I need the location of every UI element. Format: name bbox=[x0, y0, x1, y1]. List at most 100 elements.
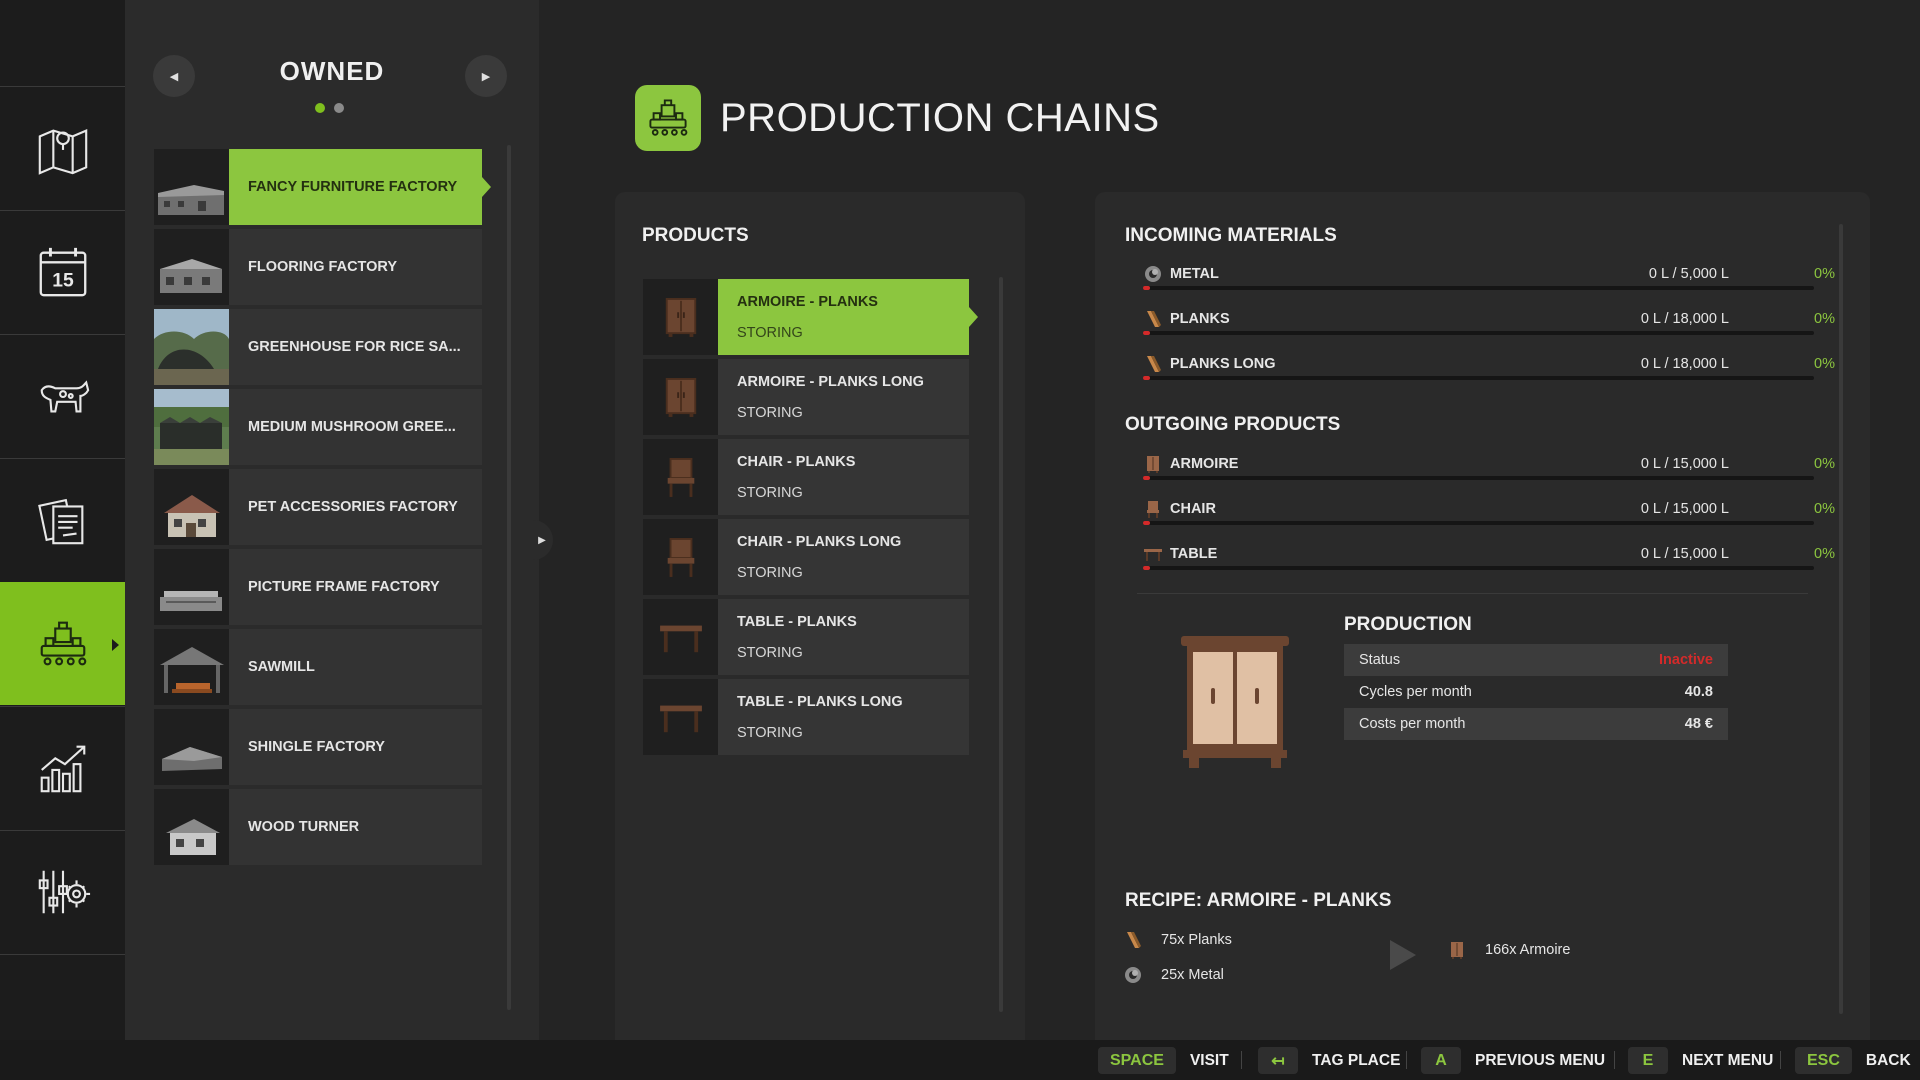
hint-back[interactable]: ESC BACK bbox=[1795, 1047, 1911, 1074]
recipe-input-text: 75x Planks bbox=[1161, 932, 1232, 948]
mushroom-thumbnail bbox=[154, 389, 229, 465]
expand-arrow-icon: ▶ bbox=[538, 534, 546, 546]
owned-item-pet-accessories[interactable]: PET ACCESSORIES FACTORY bbox=[154, 469, 482, 545]
owned-item-label: FLOORING FACTORY bbox=[248, 259, 398, 275]
outgoing-row-armoire: ARMOIRE 0 L / 15,000 L 0% bbox=[1143, 454, 1905, 494]
owned-item-fancy-furniture-factory[interactable]: FANCY FURNITURE FACTORY bbox=[154, 149, 491, 225]
product-item-table-planks[interactable]: TABLE - PLANKS STORING bbox=[643, 599, 969, 675]
product-out-fill-bar bbox=[1143, 566, 1814, 570]
product-status: STORING bbox=[737, 485, 803, 501]
key-space: SPACE bbox=[1098, 1047, 1176, 1074]
production-icon bbox=[40, 621, 86, 666]
product-out-amount: 0 L / 15,000 L bbox=[1640, 546, 1729, 562]
page-dot-1[interactable] bbox=[315, 103, 325, 113]
page-dot-2[interactable] bbox=[334, 103, 344, 113]
hint-separator bbox=[1780, 1051, 1781, 1069]
planks-icon bbox=[1127, 932, 1141, 948]
owned-item-sawmill[interactable]: SAWMILL bbox=[154, 629, 482, 705]
armoire-icon bbox=[1147, 456, 1159, 473]
hint-separator bbox=[1241, 1051, 1242, 1069]
product-name: TABLE - PLANKS bbox=[737, 614, 857, 630]
factory-thumbnail bbox=[154, 469, 229, 545]
details-scrollbar[interactable] bbox=[1839, 224, 1843, 1014]
product-item-armoire-planks-long[interactable]: ARMOIRE - PLANKS LONG STORING bbox=[643, 359, 969, 435]
chair-icon bbox=[643, 519, 718, 595]
key-a: A bbox=[1421, 1047, 1461, 1074]
rail-item-contracts[interactable] bbox=[0, 458, 125, 581]
owned-item-picture-frame[interactable]: PICTURE FRAME FACTORY bbox=[154, 549, 482, 625]
product-status: STORING bbox=[737, 565, 803, 581]
page-title: PRODUCTION CHAINS bbox=[720, 96, 1160, 140]
owned-item-wood-turner[interactable]: WOOD TURNER bbox=[154, 789, 482, 865]
rail-item-map[interactable] bbox=[0, 86, 125, 209]
material-percent: 0% bbox=[1814, 356, 1835, 372]
owned-list: FANCY FURNITURE FACTORY FLOORING FACTORY… bbox=[154, 149, 491, 869]
product-out-name: CHAIR bbox=[1170, 501, 1216, 517]
collapse-panel-button[interactable]: ▶ bbox=[531, 520, 553, 560]
material-amount: 0 L / 18,000 L bbox=[1640, 311, 1729, 327]
product-out-fill-bar bbox=[1143, 476, 1814, 480]
contracts-icon bbox=[37, 498, 83, 545]
incoming-row-metal: METAL 0 L / 5,000 L 0% bbox=[1143, 264, 1905, 304]
hint-next-menu[interactable]: E NEXT MENU bbox=[1628, 1047, 1773, 1074]
hint-label: TAG PLACE bbox=[1312, 1051, 1401, 1069]
owned-item-label: FANCY FURNITURE FACTORY bbox=[229, 149, 482, 225]
planks-icon bbox=[1147, 356, 1161, 372]
product-name: TABLE - PLANKS LONG bbox=[737, 694, 903, 710]
products-scrollbar[interactable] bbox=[999, 277, 1003, 1012]
chair-icon bbox=[643, 439, 718, 515]
incoming-row-planks-long: PLANKS LONG 0 L / 18,000 L 0% bbox=[1143, 354, 1905, 394]
material-amount: 0 L / 5,000 L bbox=[1648, 266, 1729, 282]
rail-item-animals[interactable] bbox=[0, 334, 125, 457]
rail-item-settings[interactable] bbox=[0, 830, 125, 953]
product-item-chair-planks-long[interactable]: CHAIR - PLANKS LONG STORING bbox=[643, 519, 969, 595]
material-amount: 0 L / 18,000 L bbox=[1640, 356, 1729, 372]
section-divider bbox=[1137, 593, 1808, 594]
material-percent: 0% bbox=[1814, 266, 1835, 282]
details-panel: INCOMING MATERIALS METAL 0 L / 5,000 L 0… bbox=[1095, 192, 1870, 1040]
map-icon bbox=[38, 128, 87, 175]
product-out-fill-bar bbox=[1143, 521, 1814, 525]
owned-item-flooring-factory[interactable]: FLOORING FACTORY bbox=[154, 229, 482, 305]
owned-item-greenhouse[interactable]: GREENHOUSE FOR RICE SA... bbox=[154, 309, 482, 385]
products-panel: PRODUCTS ARMOIRE - PLANKS STORING ARMOIR… bbox=[615, 192, 1025, 1040]
rail-item-statistics[interactable] bbox=[0, 706, 125, 829]
next-page-button[interactable]: ▶ bbox=[465, 55, 507, 97]
hint-visit[interactable]: SPACE VISIT bbox=[1098, 1047, 1229, 1074]
key-backspace: ↤ bbox=[1258, 1047, 1298, 1074]
rail-item-production[interactable] bbox=[0, 582, 125, 705]
material-name: PLANKS LONG bbox=[1170, 356, 1276, 372]
right-arrow-icon: ▶ bbox=[481, 70, 491, 83]
input-hints-bar: SPACE VISIT ↤ TAG PLACE A PREVIOUS MENU … bbox=[0, 1040, 1920, 1080]
product-item-armoire-planks[interactable]: ARMOIRE - PLANKS STORING bbox=[643, 279, 978, 355]
products-title: PRODUCTS bbox=[642, 225, 749, 246]
production-title: PRODUCTION bbox=[1344, 614, 1472, 635]
rail-item-calendar[interactable]: 15 bbox=[0, 210, 125, 333]
owned-item-label: PET ACCESSORIES FACTORY bbox=[248, 499, 458, 515]
owned-item-mushroom-greenhouse[interactable]: MEDIUM MUSHROOM GREE... bbox=[154, 389, 482, 465]
owned-item-label: PICTURE FRAME FACTORY bbox=[248, 579, 440, 595]
owned-list-scrollbar[interactable] bbox=[507, 145, 511, 1010]
material-fill-bar bbox=[1143, 286, 1814, 290]
hint-label: BACK bbox=[1865, 1051, 1911, 1069]
outgoing-products-title: OUTGOING PRODUCTS bbox=[1125, 414, 1341, 435]
owned-item-label: MEDIUM MUSHROOM GREE... bbox=[248, 419, 456, 435]
product-item-chair-planks[interactable]: CHAIR - PLANKS STORING bbox=[643, 439, 969, 515]
product-item-table-planks-long[interactable]: TABLE - PLANKS LONG STORING bbox=[643, 679, 969, 755]
recipe-title: RECIPE: ARMOIRE - PLANKS bbox=[1125, 890, 1392, 911]
main-menu-rail: 15 bbox=[0, 0, 125, 1040]
outgoing-row-table: TABLE 0 L / 15,000 L 0% bbox=[1143, 544, 1905, 584]
product-status: STORING bbox=[737, 645, 803, 661]
owned-item-label: SAWMILL bbox=[248, 659, 315, 675]
metal-icon bbox=[1125, 967, 1141, 983]
recipe-input-text: 25x Metal bbox=[1161, 967, 1224, 983]
outgoing-row-chair: CHAIR 0 L / 15,000 L 0% bbox=[1143, 499, 1905, 539]
hint-tag-place[interactable]: ↤ TAG PLACE bbox=[1258, 1047, 1400, 1074]
production-row-status: Status Inactive bbox=[1344, 644, 1728, 676]
hint-previous-menu[interactable]: A PREVIOUS MENU bbox=[1421, 1047, 1605, 1074]
status-value: Inactive bbox=[1659, 652, 1713, 668]
products-list: ARMOIRE - PLANKS STORING ARMOIRE - PLANK… bbox=[643, 279, 978, 759]
incoming-row-planks: PLANKS 0 L / 18,000 L 0% bbox=[1143, 309, 1905, 349]
owned-item-shingle-factory[interactable]: SHINGLE FACTORY bbox=[154, 709, 482, 785]
metal-icon bbox=[1145, 266, 1161, 282]
